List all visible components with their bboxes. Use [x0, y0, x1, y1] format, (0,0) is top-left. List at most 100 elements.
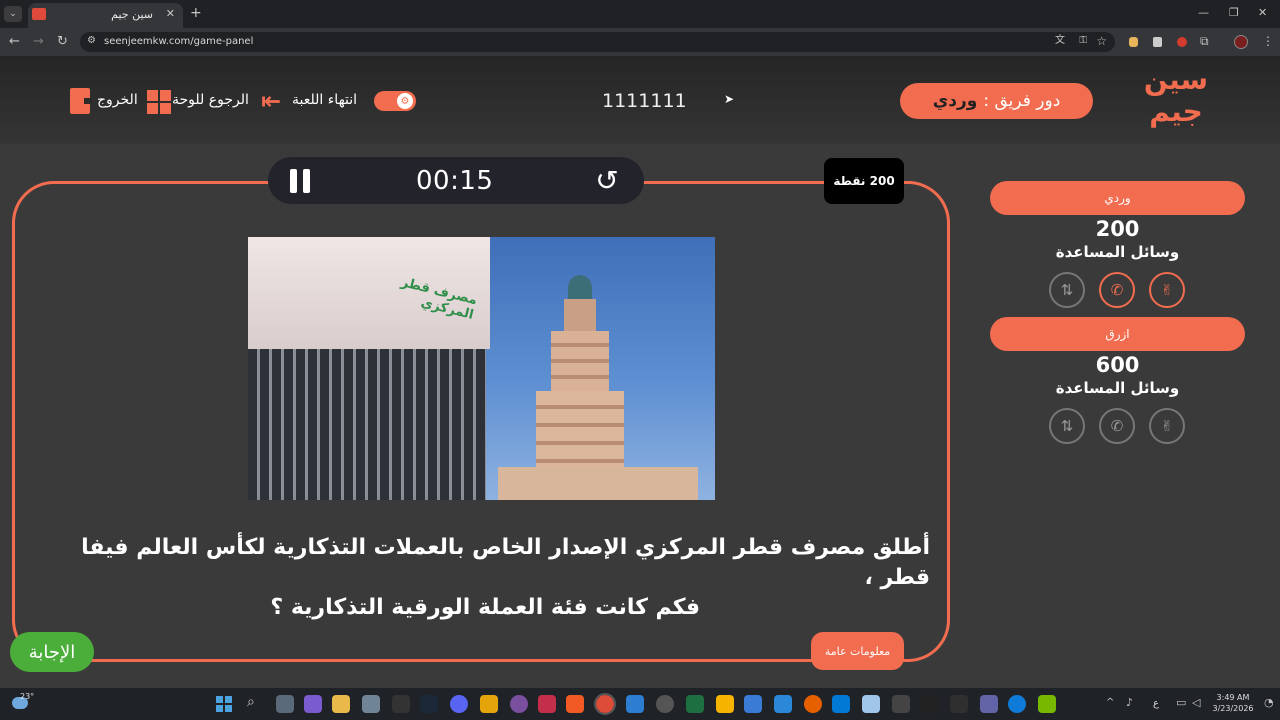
search-icon[interactable]: ⌕ [247, 695, 255, 709]
team-1-swap-icon[interactable]: ⇅ [1049, 272, 1085, 308]
app-icon-8[interactable] [892, 695, 910, 713]
taskview-icon[interactable] [276, 695, 294, 713]
forward-icon[interactable]: → [33, 35, 44, 48]
teams-icon[interactable] [980, 695, 998, 713]
bookmark-star-icon[interactable]: ☆ [1096, 35, 1107, 47]
notepad-icon[interactable] [862, 695, 880, 713]
weather-temp: 23° [20, 692, 35, 701]
chrome-icon[interactable] [594, 693, 616, 715]
back-arrow-icon[interactable]: ⇤ [258, 87, 284, 115]
extensions-puzzle-icon[interactable]: ⧉ [1200, 35, 1209, 47]
board-grid-icon[interactable] [147, 90, 171, 114]
tray-chevron-icon[interactable]: ^ [1106, 698, 1114, 708]
edge-icon[interactable] [1008, 695, 1026, 713]
settings-icon[interactable] [362, 695, 380, 713]
team-2-score: 600 [1095, 353, 1140, 377]
team-1-name: وردي [990, 181, 1245, 215]
app-icon-3[interactable] [626, 695, 644, 713]
back-icon[interactable]: ← [9, 35, 20, 48]
translate-icon[interactable]: 文 [1055, 36, 1065, 46]
restore-button[interactable]: ❐ [1229, 7, 1239, 18]
browser-menu-icon[interactable]: ⋮ [1262, 35, 1274, 47]
team-1-call-icon[interactable]: ✆ [1099, 272, 1135, 308]
app-icon-9[interactable] [920, 695, 938, 713]
question-text: أطلق مصرف قطر المركزي الإصدار الخاص بالع… [30, 533, 930, 623]
turn-label: دور فريق : [983, 91, 1061, 111]
shield-extension-icon[interactable] [1153, 37, 1162, 47]
tab-title: سين جيم [111, 8, 153, 21]
store-icon[interactable] [774, 695, 792, 713]
team-1-helpers-label: وسائل المساعدة [1055, 243, 1180, 261]
question-line-2: فكم كانت فئة العملة الورقية التذكارية ؟ [270, 595, 700, 620]
profile-avatar[interactable] [1234, 35, 1248, 49]
volume-icon[interactable]: ◁ [1192, 697, 1200, 708]
url-text: seenjeemkw.com/game-panel [104, 36, 254, 47]
pause-icon[interactable] [290, 169, 312, 193]
back-to-board-label[interactable]: الرجوع للوحة [172, 92, 249, 108]
team-2-call-icon[interactable]: ✆ [1099, 408, 1135, 444]
app-icon-1[interactable] [510, 695, 528, 713]
new-tab-button[interactable]: + [190, 6, 202, 20]
excel-icon[interactable] [686, 695, 704, 713]
game-code: 1111111 [602, 90, 687, 112]
photos-icon[interactable] [744, 695, 762, 713]
minaret-middle [551, 331, 609, 391]
mouse-cursor: ➤ [724, 92, 735, 106]
copilot-icon[interactable] [304, 695, 322, 713]
tab-close-icon[interactable]: ✕ [166, 8, 175, 19]
tab-search-button[interactable]: ⌄ [4, 6, 22, 22]
question-line-1: أطلق مصرف قطر المركزي الإصدار الخاص بالع… [81, 535, 930, 590]
file-explorer-icon[interactable] [332, 695, 350, 713]
reload-icon[interactable]: ↻ [57, 35, 68, 48]
browser-tab[interactable]: سين جيم ✕ [28, 3, 183, 28]
minaret-dome [568, 275, 592, 301]
app-icon-6[interactable] [804, 695, 822, 713]
password-key-icon[interactable]: ⚿ [1079, 36, 1087, 46]
minaret-base [536, 391, 624, 471]
rockstar-icon[interactable] [480, 695, 498, 713]
team-2-swap-icon[interactable]: ⇅ [1049, 408, 1085, 444]
turn-indicator: دور فريق : وردي [900, 83, 1093, 119]
microphone-icon[interactable]: ♪ [1126, 697, 1133, 708]
start-windows-icon[interactable] [216, 696, 232, 712]
site-info-icon[interactable]: ⚙ [87, 36, 96, 46]
exit-door-icon[interactable] [70, 88, 92, 114]
epic-games-icon[interactable] [392, 695, 410, 713]
extension-icon-1[interactable] [1129, 37, 1138, 47]
steam-icon[interactable] [420, 695, 438, 713]
team-2-hand-icon[interactable]: ✌ [1149, 408, 1185, 444]
exit-label[interactable]: الخروج [97, 92, 138, 108]
team-2-helpers-label: وسائل المساعدة [1055, 379, 1180, 397]
close-window-button[interactable]: ✕ [1258, 7, 1267, 18]
clock-time: 3:49 AM [1216, 693, 1250, 702]
minimize-button[interactable]: — [1198, 7, 1209, 18]
timer-display: 00:15 [416, 166, 494, 196]
discord-icon[interactable] [450, 695, 468, 713]
url-input[interactable]: ⚙ seenjeemkw.com/game-panel 文 ⚿ ☆ [80, 32, 1115, 52]
team-1-hand-icon[interactable]: ✌ [1149, 272, 1185, 308]
app-icon-2[interactable] [538, 695, 556, 713]
nvidia-icon[interactable] [1038, 695, 1056, 713]
answer-button[interactable]: الإجابة [10, 632, 94, 672]
notifications-icon[interactable]: ◔ [1264, 697, 1274, 708]
extension-icon-2[interactable] [1177, 37, 1187, 47]
gear-icon: ⚙ [397, 93, 413, 109]
app-icon-7[interactable] [832, 695, 850, 713]
network-icon[interactable]: ▭ [1176, 697, 1186, 708]
app-icon-5[interactable] [716, 695, 734, 713]
building-glass-facade [248, 349, 486, 500]
minaret-top [564, 299, 596, 331]
favicon-icon [32, 8, 46, 20]
logo: سين جيم [1140, 64, 1212, 132]
app-icon-4[interactable] [656, 695, 674, 713]
end-game-label[interactable]: انتهاء اللعبة [292, 92, 357, 108]
language-indicator[interactable]: ع [1153, 698, 1159, 709]
brave-icon[interactable] [566, 695, 584, 713]
end-game-toggle[interactable]: ⚙ [374, 91, 416, 111]
points-badge: 200 نقطة [824, 158, 904, 204]
app-icon-10[interactable] [950, 695, 968, 713]
clock-date: 3/23/2026 [1212, 704, 1254, 713]
clock[interactable]: 3:49 AM 3/23/2026 [1212, 692, 1254, 714]
team-1-score: 200 [1095, 217, 1140, 241]
reset-timer-icon[interactable]: ↺ [592, 164, 622, 197]
